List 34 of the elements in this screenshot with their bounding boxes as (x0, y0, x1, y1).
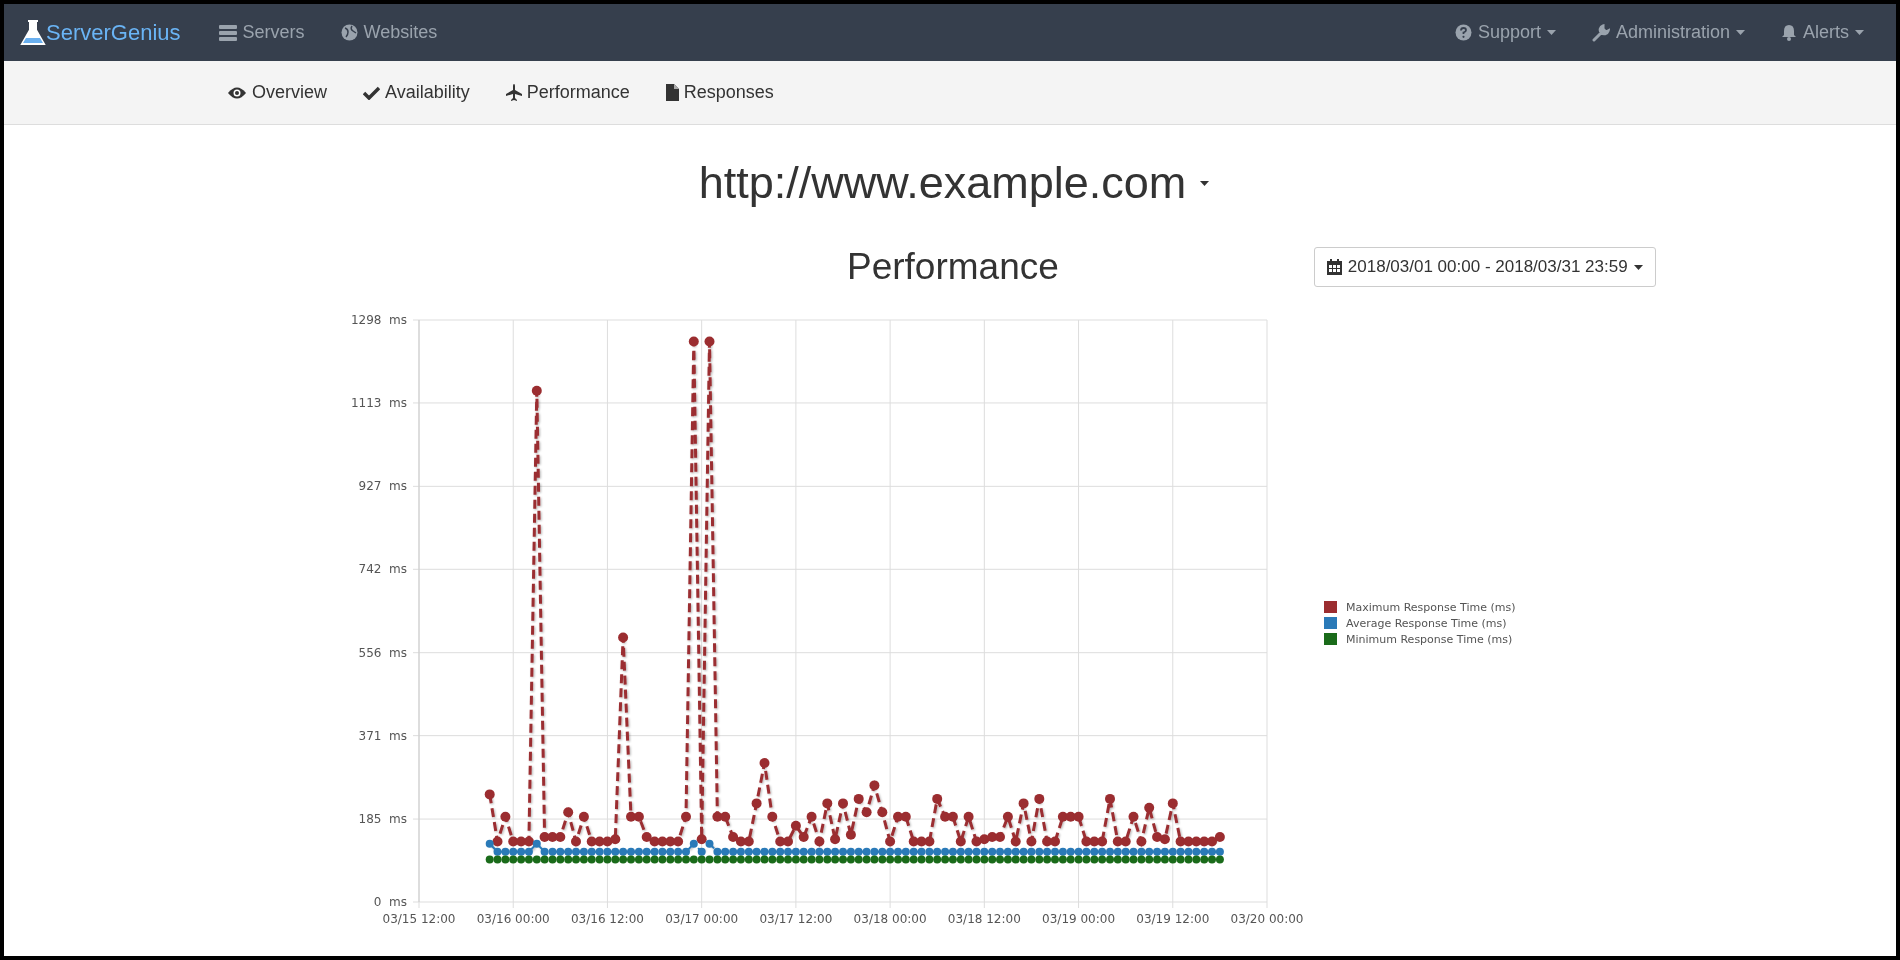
nav-dropdown[interactable]: Support (1436, 4, 1574, 61)
axis-label: 371 ms (358, 728, 407, 743)
section-title: Performance (847, 246, 1059, 288)
axis-label: 03/19 00:00 (1042, 912, 1116, 926)
nav-tab[interactable]: Performance (505, 82, 630, 103)
axis-label: 03/17 00:00 (665, 912, 739, 926)
nav-dropdown[interactable]: Alerts (1763, 4, 1882, 61)
site-selector[interactable]: http://www.example.com (698, 157, 1210, 209)
nav-tab[interactable]: Responses (665, 82, 774, 103)
axis-label: 556 ms (358, 645, 407, 660)
axis-label: 03/19 12:00 (1136, 912, 1210, 926)
axis-label: 03/17 12:00 (759, 912, 833, 926)
axis-label: 03/18 00:00 (853, 912, 927, 926)
axis-label: 0 ms (373, 895, 407, 909)
axis-label: 1113 ms (350, 395, 407, 410)
axis-label: 03/15 12:00 (382, 912, 456, 926)
nav-tab[interactable]: Overview (227, 82, 327, 103)
legend-label: Average Response Time (ms) (1346, 616, 1507, 630)
axis-label: 03/16 12:00 (570, 912, 644, 926)
legend-label: Minimum Response Time (ms) (1346, 632, 1513, 646)
brand-link[interactable]: ServerGenius (46, 19, 181, 46)
axis-label: 03/18 12:00 (947, 912, 1021, 926)
nav-link[interactable]: Websites (322, 4, 456, 61)
axis-label: 03/16 00:00 (476, 912, 550, 926)
legend-label: Maximum Response Time (ms) (1346, 600, 1516, 614)
axis-label: 927 ms (358, 479, 407, 494)
axis-label: 03/20 00:00 (1230, 912, 1304, 926)
axis-label: 742 ms (358, 562, 407, 577)
nav-tab[interactable]: Availability (363, 82, 470, 103)
date-range-button[interactable]: 2018/03/01 00:00 - 2018/03/31 23:59 (1313, 247, 1656, 287)
nav-dropdown[interactable]: Administration (1573, 4, 1763, 61)
axis-label: 1298 ms (350, 313, 407, 327)
axis-label: 185 ms (358, 812, 407, 827)
nav-link[interactable]: Servers (200, 4, 323, 61)
